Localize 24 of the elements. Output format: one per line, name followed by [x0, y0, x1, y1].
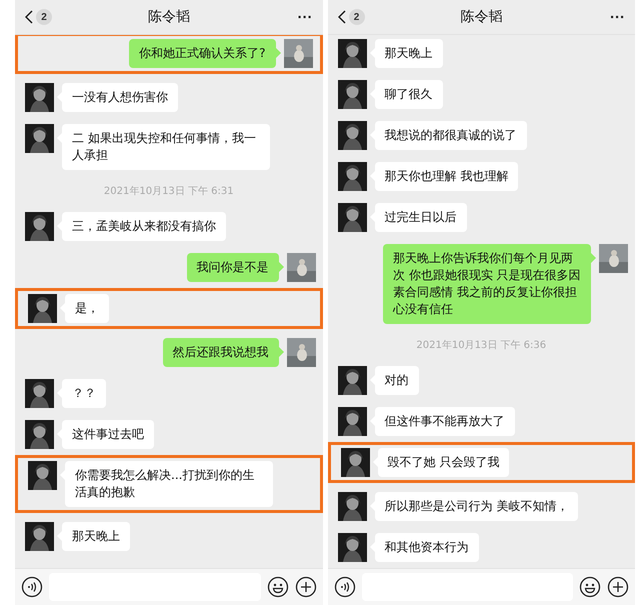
- unread-count: 2: [348, 9, 364, 25]
- unread-count: 2: [36, 9, 52, 25]
- back-button[interactable]: 2: [338, 9, 364, 25]
- add-button[interactable]: [607, 576, 629, 598]
- emoji-button[interactable]: [579, 576, 601, 598]
- add-icon: [294, 576, 316, 598]
- more-button[interactable]: ···: [298, 8, 312, 26]
- voice-icon: [21, 576, 43, 598]
- voice-button[interactable]: [334, 576, 356, 598]
- timestamp: 2021年10月13日 下午 6:31: [102, 185, 235, 199]
- chat-title: 陈令韬: [460, 8, 502, 26]
- voice-button[interactable]: [21, 576, 43, 598]
- back-icon: [25, 10, 33, 24]
- timestamp: 2021年10月13日 下午 6:36: [415, 339, 548, 353]
- emoji-button[interactable]: [266, 576, 288, 598]
- add-icon: [607, 576, 629, 598]
- voice-icon: [334, 576, 356, 598]
- add-button[interactable]: [294, 576, 316, 598]
- back-button[interactable]: 2: [25, 9, 52, 25]
- emoji-icon: [266, 576, 288, 598]
- more-button[interactable]: ···: [610, 8, 625, 26]
- emoji-icon: [579, 576, 601, 598]
- back-icon: [338, 10, 346, 24]
- chat-title: 陈令韬: [148, 8, 190, 26]
